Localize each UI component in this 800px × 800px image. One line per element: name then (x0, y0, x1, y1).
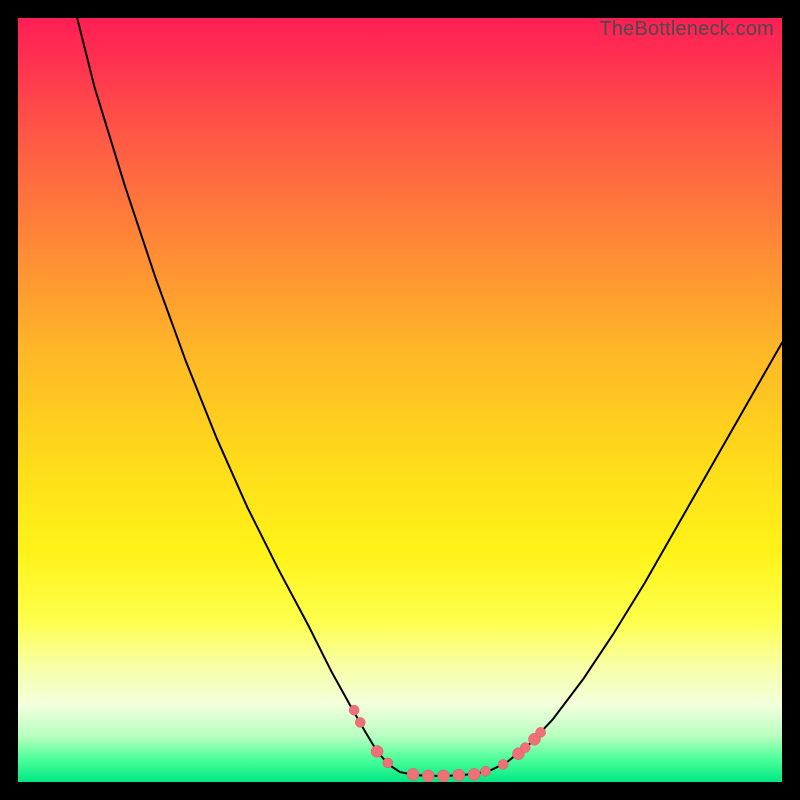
bottleneck-curve (71, 18, 782, 776)
data-marker (383, 758, 393, 768)
data-marker (407, 768, 419, 780)
data-marker (536, 727, 546, 737)
data-marker (468, 768, 480, 780)
outer-frame: TheBottleneck.com (0, 0, 800, 800)
curve-markers (349, 705, 545, 782)
data-marker (498, 759, 508, 769)
data-marker (371, 745, 383, 757)
watermark-text: TheBottleneck.com (599, 18, 774, 41)
data-marker (355, 717, 365, 727)
data-marker (453, 769, 465, 781)
plot-area: TheBottleneck.com (18, 18, 782, 782)
curve-lines (71, 18, 782, 776)
data-marker (349, 705, 359, 715)
data-marker (438, 770, 450, 782)
data-marker (520, 743, 530, 753)
data-marker (481, 766, 491, 776)
data-marker (422, 770, 434, 782)
chart-svg (18, 18, 782, 782)
